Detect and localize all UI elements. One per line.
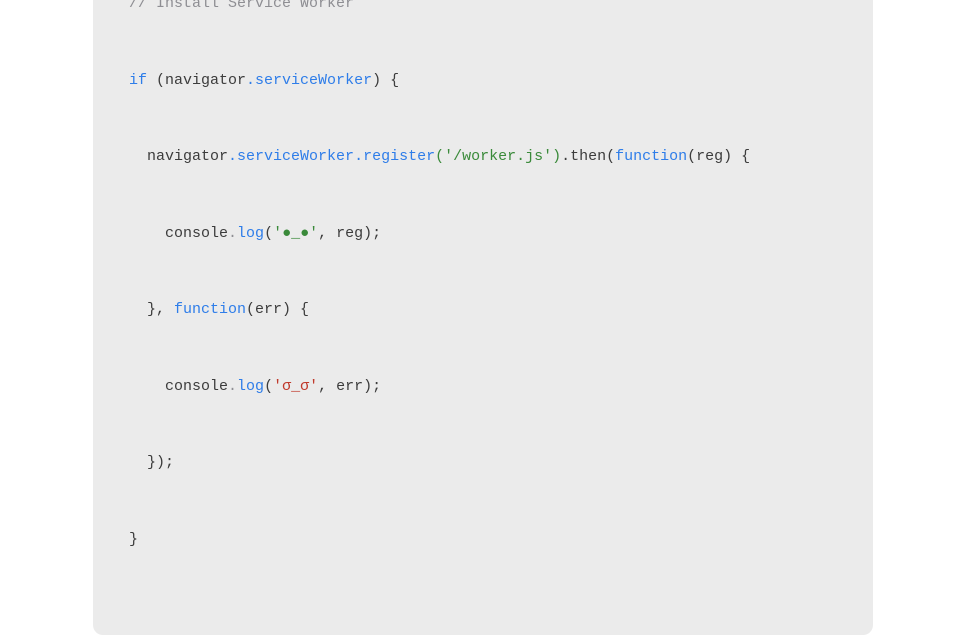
code-line-3: console.log('●_●', reg); <box>129 221 837 247</box>
code-line-6: }); <box>129 450 837 476</box>
method-log-2: log <box>237 378 264 395</box>
code-comma-1: , reg); <box>318 225 381 242</box>
code-close-3: } <box>129 531 138 548</box>
code-then: .then( <box>561 148 615 165</box>
keyword-function-2: function <box>174 301 246 318</box>
prop-sw: .serviceWorker <box>246 72 372 89</box>
code-close-2: }); <box>129 454 174 471</box>
code-container: // Install Service Worker if (navigator.… <box>93 0 873 635</box>
string-sad: 'σ_σ' <box>273 378 318 395</box>
code-line-comment: // Install Service Worker <box>129 0 837 17</box>
code-console-1: console <box>129 225 228 242</box>
code-line-1: if (navigator.serviceWorker) { <box>129 68 837 94</box>
keyword-function-1: function <box>615 148 687 165</box>
code-paren: (navigator <box>147 72 246 89</box>
code-brace: ) { <box>372 72 399 89</box>
string-happy: '●_●' <box>273 225 318 242</box>
code-indent-nav: navigator <box>129 148 228 165</box>
code-console-2: console <box>129 378 228 395</box>
code-func-arg-2: (err) { <box>246 301 309 318</box>
code-line-7: } <box>129 527 837 553</box>
code-close-1: }, <box>129 301 174 318</box>
code-func-arg-1: (reg) { <box>687 148 750 165</box>
code-line-2: navigator.serviceWorker.register('/worke… <box>129 144 837 170</box>
code-line-5: console.log('σ_σ', err); <box>129 374 837 400</box>
method-log-1: log <box>237 225 264 242</box>
code-paren-open-1: ( <box>264 225 273 242</box>
code-comma-2: , err); <box>318 378 381 395</box>
method-register: .register <box>354 148 435 165</box>
prop-sw2: .serviceWorker <box>228 148 354 165</box>
code-paren-open-2: ( <box>264 378 273 395</box>
string-worker: ('/worker.js') <box>435 148 561 165</box>
code-line-4: }, function(err) { <box>129 297 837 323</box>
dot-2: . <box>228 378 237 395</box>
keyword-if: if <box>129 72 147 89</box>
code-block: // Install Service Worker if (navigator.… <box>129 0 837 603</box>
comment-text: // Install Service Worker <box>129 0 354 12</box>
dot-1: . <box>228 225 237 242</box>
